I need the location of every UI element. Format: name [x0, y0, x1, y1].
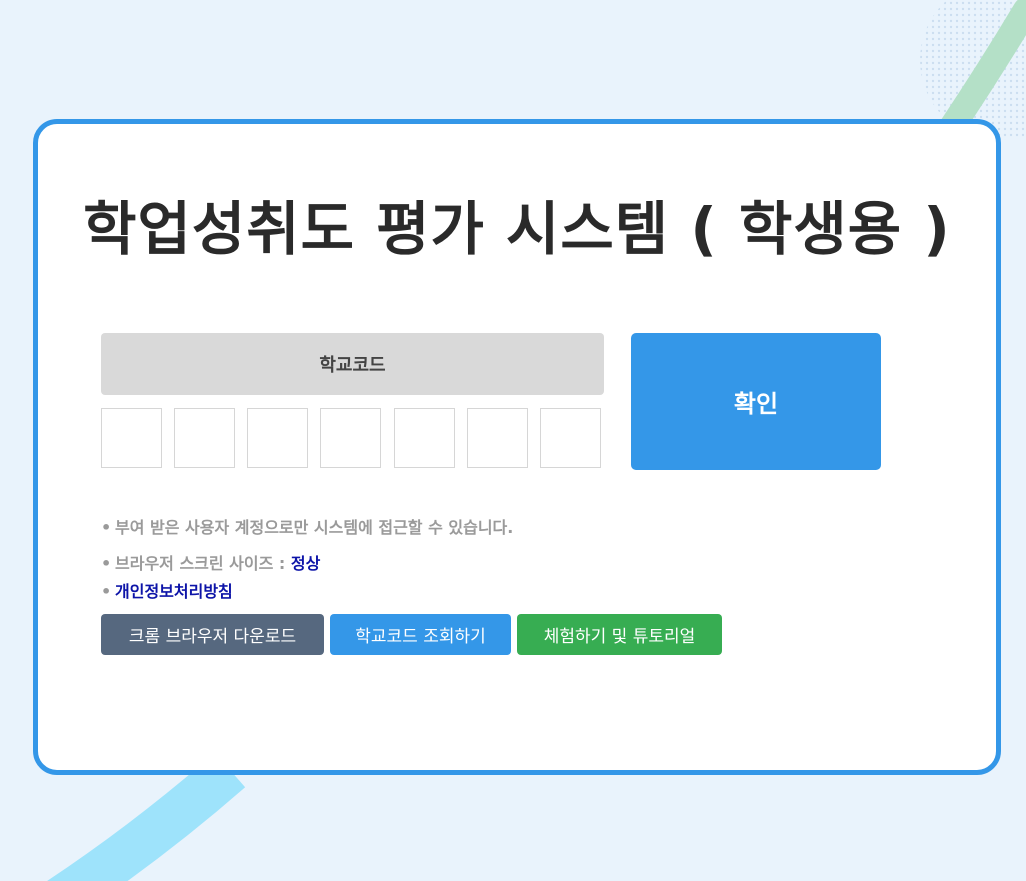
school-code-digit-3[interactable]	[247, 408, 308, 468]
school-code-lookup-button[interactable]: 학교코드 조회하기	[330, 614, 511, 655]
notice-list: • 부여 받은 사용자 계정으로만 시스템에 접근할 수 있습니다. • 브라우저 …	[101, 514, 513, 606]
school-code-digit-1[interactable]	[101, 408, 162, 468]
notice-screen-size: • 브라우저 스크린 사이즈 : 정상	[101, 550, 513, 578]
login-card: 학업성취도 평가 시스템 ( 학생용 ) 학교코드 확인 • 부여 받은 사용자 …	[33, 119, 1001, 775]
bullet-icon: •	[101, 518, 112, 537]
notice-privacy: • 개인정보처리방침	[101, 578, 513, 606]
screen-size-status: 정상	[290, 554, 321, 573]
page-title: 학업성취도 평가 시스템 ( 학생용 )	[83, 195, 951, 263]
privacy-policy-link[interactable]: 개인정보처리방침	[115, 582, 233, 601]
school-code-digit-6[interactable]	[467, 408, 528, 468]
school-code-digit-7[interactable]	[540, 408, 601, 468]
school-code-header: 학교코드	[101, 333, 604, 395]
school-code-digit-4[interactable]	[320, 408, 381, 468]
notice-account: • 부여 받은 사용자 계정으로만 시스템에 접근할 수 있습니다.	[101, 514, 513, 542]
school-code-inputs	[101, 408, 604, 470]
trial-tutorial-button[interactable]: 체험하기 및 튜토리얼	[517, 614, 722, 655]
confirm-button[interactable]: 확인	[631, 333, 881, 470]
bullet-icon: •	[101, 582, 112, 601]
account-notice-text: 부여 받은 사용자 계정으로만 시스템에 접근할 수 있습니다.	[115, 518, 514, 537]
screen-size-label: 브라우저 스크린 사이즈 :	[115, 554, 291, 573]
chrome-download-button[interactable]: 크롬 브라우저 다운로드	[101, 614, 324, 655]
bullet-icon: •	[101, 554, 112, 573]
school-code-digit-5[interactable]	[394, 408, 455, 468]
school-code-digit-2[interactable]	[174, 408, 235, 468]
